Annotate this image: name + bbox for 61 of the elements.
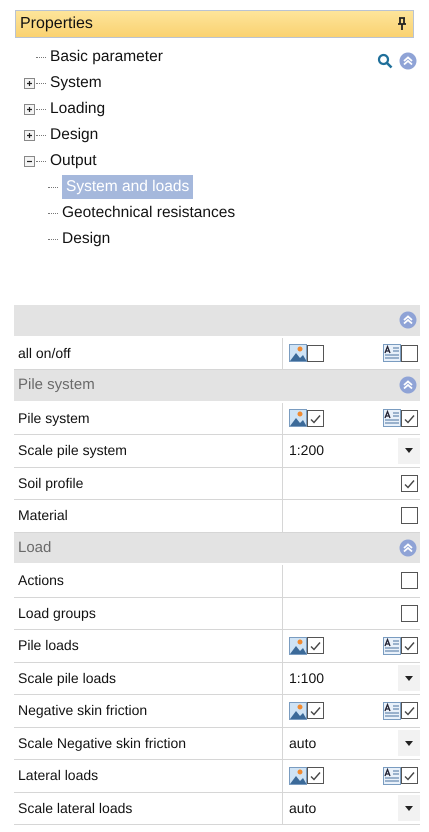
- property-label: Scale lateral loads: [18, 798, 132, 818]
- tree-item[interactable]: Design: [62, 227, 110, 251]
- caret-icon: [405, 448, 413, 454]
- text-icon: [383, 766, 401, 785]
- caret-icon: [405, 806, 413, 811]
- checkbox[interactable]: [401, 637, 418, 654]
- tree-item[interactable]: Geotechnical resistances: [62, 201, 236, 225]
- scale-dropdown[interactable]: 1:200: [289, 438, 420, 464]
- property-label: Scale Negative skin friction: [18, 734, 186, 753]
- image-icon: [289, 636, 307, 655]
- text-icon: [383, 702, 401, 720]
- property-label: Load groups: [18, 604, 96, 623]
- search-icon[interactable]: [377, 53, 393, 69]
- checkbox[interactable]: [401, 507, 418, 524]
- property-label: Scale pile system: [18, 441, 127, 460]
- checkbox[interactable]: [307, 637, 324, 654]
- checkbox[interactable]: [401, 604, 418, 622]
- property-label: Soil profile: [18, 474, 84, 493]
- checkbox[interactable]: [307, 410, 324, 427]
- scale-dropdown[interactable]: auto: [289, 795, 420, 822]
- checkbox[interactable]: [401, 702, 418, 720]
- tree-item[interactable]: System: [50, 71, 102, 95]
- property-label: Actions: [18, 571, 64, 590]
- image-icon: [289, 344, 307, 362]
- property-label: Negative skin friction: [18, 701, 148, 720]
- checkbox[interactable]: [307, 702, 324, 720]
- caret-icon: [405, 676, 413, 681]
- property-label: Material: [18, 506, 68, 526]
- pin-icon[interactable]: [397, 17, 407, 31]
- expand-icon[interactable]: [24, 78, 34, 88]
- image-icon: [289, 409, 307, 428]
- checkbox[interactable]: [401, 410, 418, 427]
- image-icon: [289, 702, 307, 720]
- checkbox[interactable]: [401, 767, 418, 784]
- text-icon: [383, 636, 401, 655]
- tree-item[interactable]: Basic parameter: [50, 45, 163, 69]
- caret-icon: [405, 740, 413, 746]
- checkbox[interactable]: [307, 344, 324, 362]
- scale-dropdown[interactable]: 1:100: [289, 665, 420, 692]
- text-icon: [383, 344, 401, 362]
- scale-dropdown[interactable]: auto: [289, 730, 420, 756]
- tree-item[interactable]: Loading: [50, 97, 106, 121]
- expand-icon[interactable]: [24, 104, 34, 114]
- tree-item[interactable]: Output: [50, 149, 97, 173]
- group-title: Pile system: [18, 375, 95, 395]
- property-label: Lateral loads: [18, 766, 98, 786]
- property-label: Scale pile loads: [18, 668, 116, 688]
- group-title: Load: [18, 538, 52, 558]
- checkbox[interactable]: [401, 474, 418, 492]
- checkbox[interactable]: [401, 344, 418, 362]
- expand-icon[interactable]: [24, 130, 34, 140]
- checkbox[interactable]: [401, 572, 418, 590]
- tree-item[interactable]: Design: [50, 123, 98, 147]
- checkbox[interactable]: [307, 767, 324, 784]
- property-label: Pile system: [18, 408, 90, 428]
- property-label: Pile loads: [18, 636, 79, 656]
- text-icon: [383, 409, 401, 428]
- image-icon: [289, 766, 307, 785]
- property-label: all on/off: [18, 344, 71, 363]
- panel-title: Properties: [20, 14, 93, 34]
- collapse-icon[interactable]: [24, 156, 34, 166]
